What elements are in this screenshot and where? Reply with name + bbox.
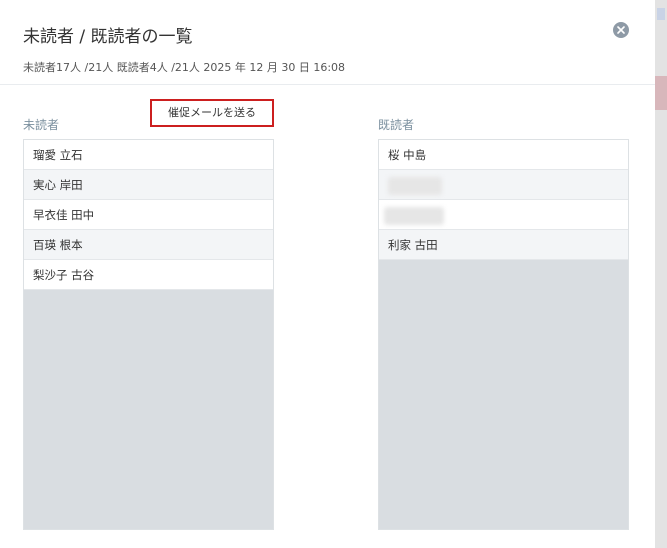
unread-list-item[interactable]: 早衣佳 田中 [24, 200, 273, 230]
unread-list-item[interactable]: 実心 岸田 [24, 170, 273, 200]
header-divider [0, 84, 655, 85]
read-column-label: 既読者 [378, 118, 415, 132]
readers-list-modal: 未読者 / 既読者の一覧 未読者17人 /21人 既読者4人 /21人 2025… [0, 0, 655, 548]
read-status-summary: 未読者17人 /21人 既読者4人 /21人 2025 年 12 月 30 日 … [23, 61, 346, 74]
read-list-item[interactable]: 桜 中島 [379, 140, 628, 170]
read-list-item[interactable] [379, 200, 628, 230]
send-reminder-button[interactable]: 催促メールを送る [150, 99, 274, 127]
unread-list-item[interactable]: 梨沙子 古谷 [24, 260, 273, 290]
background-page-element [655, 76, 667, 110]
unread-list: 瑠愛 立石 実心 岸田 早衣佳 田中 百瑛 根本 梨沙子 古谷 [23, 139, 274, 530]
read-list: 桜 中島 利家 古田 [378, 139, 629, 530]
read-list-item[interactable]: 利家 古田 [379, 230, 628, 260]
unread-list-item[interactable]: 百瑛 根本 [24, 230, 273, 260]
unread-column-label: 未読者 [23, 118, 60, 132]
read-list-item[interactable] [379, 170, 628, 200]
unread-list-item[interactable]: 瑠愛 立石 [24, 140, 273, 170]
modal-title: 未読者 / 既読者の一覧 [23, 27, 193, 47]
close-button[interactable] [613, 22, 629, 38]
blurred-name [388, 176, 442, 195]
blurred-name [384, 206, 444, 225]
close-circle-icon [617, 26, 625, 34]
background-page-element [657, 8, 665, 20]
